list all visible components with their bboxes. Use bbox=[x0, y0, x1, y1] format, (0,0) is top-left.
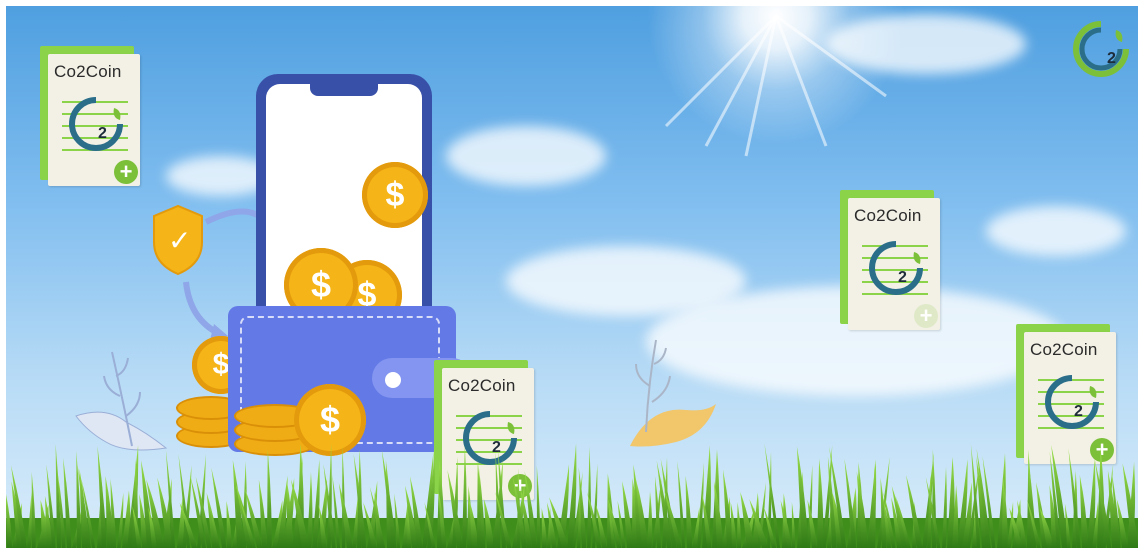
cloud bbox=[826, 14, 1026, 74]
cloud bbox=[446, 126, 606, 186]
coin-icon: $ bbox=[362, 162, 428, 228]
svg-text:2: 2 bbox=[1074, 403, 1083, 420]
co2coin-logo-icon: 2 bbox=[862, 241, 928, 295]
check-glyph: ✓ bbox=[168, 224, 191, 257]
svg-text:2: 2 bbox=[898, 269, 907, 286]
plus-icon: + bbox=[914, 304, 938, 328]
card-title: Co2Coin bbox=[54, 62, 122, 81]
co2coin-certificate-card: Co2Coin 2 + bbox=[40, 46, 140, 186]
card-title: Co2Coin bbox=[448, 376, 516, 395]
grass-foreground bbox=[6, 443, 1138, 548]
svg-text:2: 2 bbox=[98, 125, 107, 142]
logo-glyph: 2 bbox=[1107, 50, 1116, 67]
co2coin-certificate-card: Co2Coin 2 + bbox=[840, 190, 940, 330]
card-title: Co2Coin bbox=[854, 206, 922, 225]
co2coin-logo-icon: 2 bbox=[1038, 375, 1104, 429]
plus-icon: + bbox=[114, 160, 138, 184]
cloud bbox=[986, 206, 1126, 256]
wallet-snap bbox=[385, 372, 401, 388]
illustration-frame: 2 Co2Coin 2 + ✓ $ $ $ $ $ Co2Coin 2 + Co… bbox=[6, 6, 1138, 548]
co2coin-logo-icon: 2 bbox=[62, 97, 128, 151]
co2coin-logo-icon: 2 bbox=[1073, 21, 1129, 77]
card-title: Co2Coin bbox=[1030, 340, 1098, 359]
